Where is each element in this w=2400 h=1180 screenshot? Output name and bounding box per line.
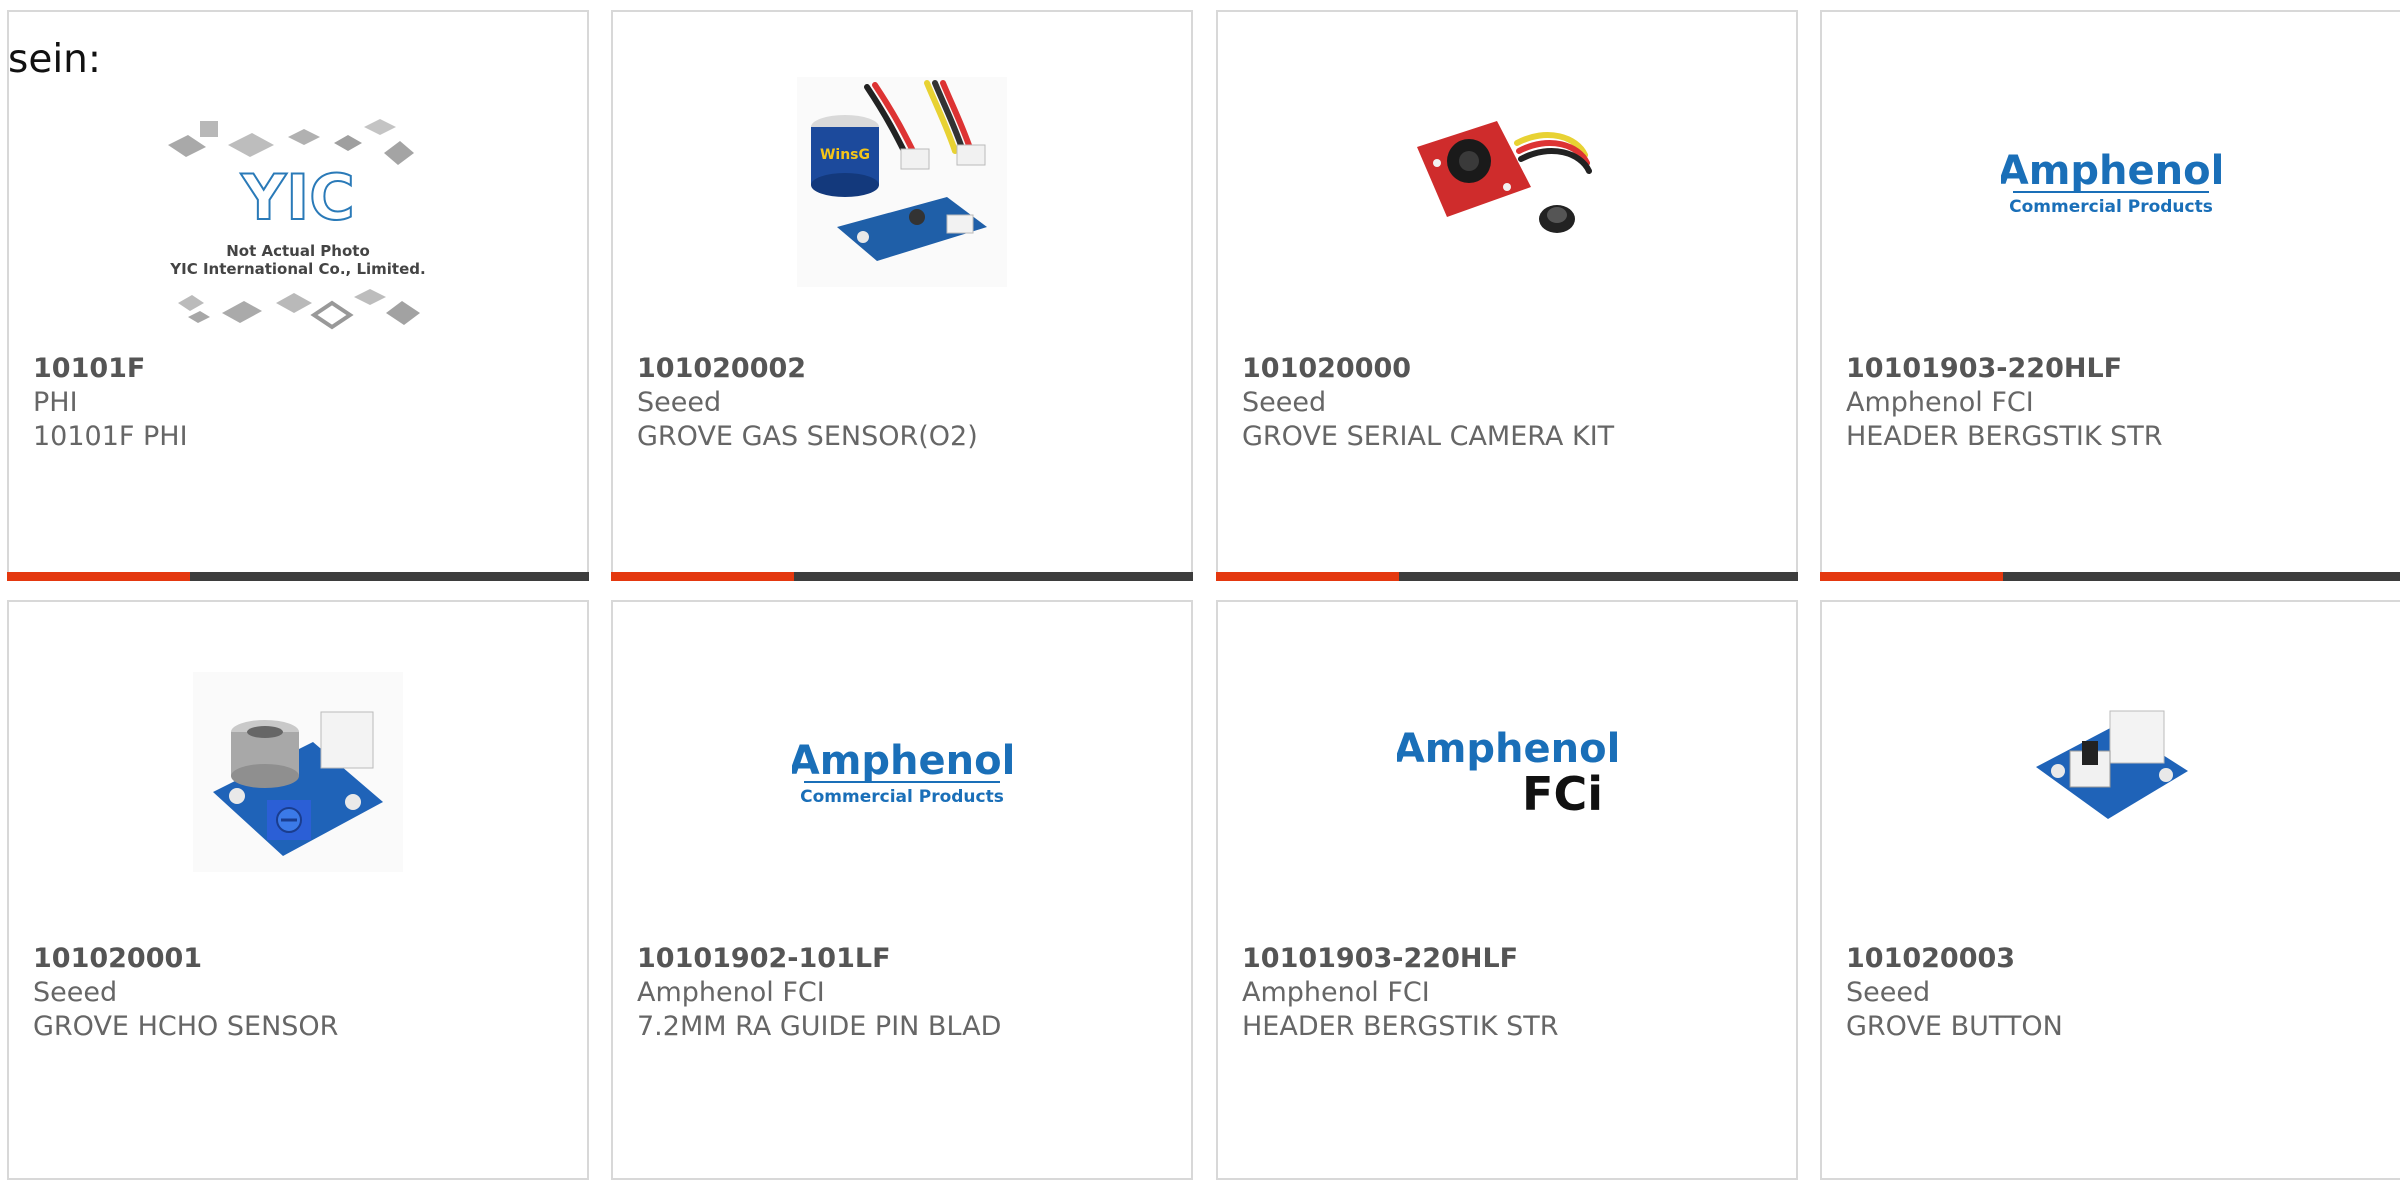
- product-card[interactable]: Amphenol FCi 10101903-220HLF Amphenol FC…: [1216, 600, 1798, 1180]
- product-manufacturer: Seeed: [1242, 387, 1327, 418]
- product-part-number[interactable]: 101020000: [1242, 352, 1776, 386]
- product-manufacturer: Seeed: [33, 977, 118, 1008]
- product-image[interactable]: YIC Not Actual Photo YIC International C…: [9, 92, 587, 362]
- product-description: GROVE GAS SENSOR(O2): [637, 421, 978, 452]
- product-card[interactable]: Amphenol Commercial Products 10101902-10…: [611, 600, 1193, 1180]
- product-info: 10101F PHI 10101F PHI: [33, 352, 567, 454]
- product-part-number[interactable]: 10101902-101LF: [637, 942, 1171, 976]
- product-part-number[interactable]: 101020003: [1846, 942, 2380, 976]
- product-image[interactable]: [1218, 72, 1796, 292]
- product-part-number[interactable]: 10101903-220HLF: [1846, 352, 2380, 386]
- card-footer-bar: [7, 572, 589, 581]
- logo-subtext: FCi: [1522, 767, 1603, 821]
- logo-subtext: Commercial Products: [800, 787, 1004, 807]
- product-manufacturer: Seeed: [637, 387, 722, 418]
- product-card[interactable]: 101020000 Seeed GROVE SERIAL CAMERA KIT: [1216, 10, 1798, 581]
- yic-placeholder-image: YIC Not Actual Photo YIC International C…: [168, 119, 426, 330]
- product-part-number[interactable]: 10101903-220HLF: [1242, 942, 1776, 976]
- product-info: 10101902-101LF Amphenol FCI 7.2MM RA GUI…: [637, 942, 1171, 1044]
- product-description: GROVE HCHO SENSOR: [33, 1011, 339, 1042]
- product-card[interactable]: Amphenol Commercial Products 10101903-22…: [1820, 10, 2400, 581]
- camera-kit-image: [1417, 121, 1592, 233]
- product-description: GROVE BUTTON: [1846, 1011, 2063, 1042]
- product-image[interactable]: WinsG: [613, 72, 1191, 292]
- product-manufacturer: Amphenol FCI: [1242, 977, 1430, 1008]
- product-info: 10101903-220HLF Amphenol FCI HEADER BERG…: [1242, 942, 1776, 1044]
- image-caption: Not Actual Photo: [226, 242, 370, 260]
- product-description: HEADER BERGSTIK STR: [1846, 421, 2163, 452]
- product-info: 101020002 Seeed GROVE GAS SENSOR(O2): [637, 352, 1171, 454]
- product-image[interactable]: Amphenol Commercial Products: [613, 662, 1191, 882]
- product-manufacturer: Seeed: [1846, 977, 1931, 1008]
- product-image[interactable]: [1822, 662, 2400, 882]
- product-description: 10101F PHI: [33, 421, 188, 452]
- product-card[interactable]: 101020003 Seeed GROVE BUTTON: [1820, 600, 2400, 1180]
- product-manufacturer: PHI: [33, 387, 78, 418]
- product-part-number[interactable]: 10101F: [33, 352, 567, 386]
- amphenol-commercial-logo: Amphenol Commercial Products: [792, 738, 1012, 807]
- page-heading: sein:: [8, 37, 102, 82]
- product-description: 7.2MM RA GUIDE PIN BLAD: [637, 1011, 1002, 1042]
- amphenol-fci-logo: Amphenol FCi: [1397, 726, 1617, 821]
- product-info: 10101903-220HLF Amphenol FCI HEADER BERG…: [1846, 352, 2380, 454]
- gas-sensor-image: WinsG: [797, 77, 1007, 287]
- yic-logo: YIC: [240, 161, 354, 234]
- product-image[interactable]: [9, 662, 587, 882]
- card-footer-accent: [1820, 572, 2003, 581]
- card-footer-accent: [7, 572, 190, 581]
- product-info: 101020000 Seeed GROVE SERIAL CAMERA KIT: [1242, 352, 1776, 454]
- product-manufacturer: Amphenol FCI: [637, 977, 825, 1008]
- product-image[interactable]: Amphenol Commercial Products: [1822, 72, 2400, 292]
- product-description: GROVE SERIAL CAMERA KIT: [1242, 421, 1615, 452]
- image-caption: YIC International Co., Limited.: [169, 260, 425, 278]
- sensor-label: WinsG: [820, 147, 870, 163]
- button-module-image: [2036, 710, 2188, 819]
- amphenol-commercial-logo: Amphenol Commercial Products: [2001, 148, 2221, 217]
- card-footer-accent: [611, 572, 794, 581]
- card-footer-accent: [1216, 572, 1399, 581]
- product-image[interactable]: Amphenol FCi: [1218, 662, 1796, 882]
- hcho-sensor-image: [193, 672, 403, 872]
- product-part-number[interactable]: 101020002: [637, 352, 1171, 386]
- product-manufacturer: Amphenol FCI: [1846, 387, 2034, 418]
- card-footer-bar: [611, 572, 1193, 581]
- product-card[interactable]: 101020001 Seeed GROVE HCHO SENSOR: [7, 600, 589, 1180]
- logo-text: Amphenol: [792, 738, 1012, 784]
- product-description: HEADER BERGSTIK STR: [1242, 1011, 1559, 1042]
- product-info: 101020001 Seeed GROVE HCHO SENSOR: [33, 942, 567, 1044]
- product-card[interactable]: WinsG 101020002 Seeed GROVE GAS SENSOR(O…: [611, 10, 1193, 581]
- product-part-number[interactable]: 101020001: [33, 942, 567, 976]
- card-footer-bar: [1216, 572, 1798, 581]
- product-card[interactable]: YIC Not Actual Photo YIC International C…: [7, 10, 589, 581]
- card-footer-bar: [1820, 572, 2400, 581]
- logo-subtext: Commercial Products: [2009, 197, 2213, 217]
- logo-text: Amphenol: [2001, 148, 2221, 194]
- product-info: 101020003 Seeed GROVE BUTTON: [1846, 942, 2380, 1044]
- logo-text: Amphenol: [1397, 726, 1617, 772]
